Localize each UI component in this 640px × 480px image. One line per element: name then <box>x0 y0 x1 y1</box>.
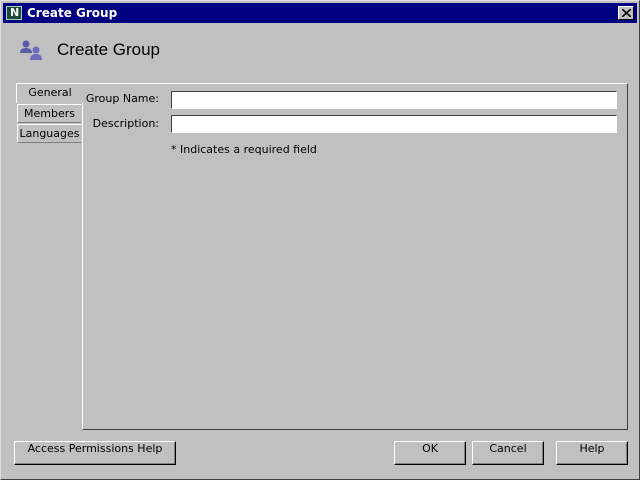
window-title: Create Group <box>27 6 118 20</box>
group-name-label: * Group Name: <box>76 92 159 105</box>
description-input[interactable] <box>171 115 617 133</box>
cancel-button[interactable]: Cancel <box>472 441 544 465</box>
close-icon <box>622 9 631 17</box>
tab-content-panel <box>82 83 628 430</box>
dialog-window: N Create Group Create Group General Memb… <box>0 0 640 480</box>
app-icon-letter: N <box>10 6 20 19</box>
ok-button[interactable]: OK <box>394 441 466 465</box>
tab-general[interactable]: General <box>16 83 83 103</box>
help-button[interactable]: Help <box>556 441 628 465</box>
app-icon: N <box>6 6 22 20</box>
access-permissions-help-button[interactable]: Access Permissions Help <box>14 441 176 465</box>
description-label: Description: <box>92 117 159 130</box>
tab-languages[interactable]: Languages <box>17 124 81 143</box>
group-icon <box>20 40 42 60</box>
close-button[interactable] <box>618 6 634 20</box>
group-name-input[interactable] <box>171 91 617 109</box>
tab-members[interactable]: Members <box>17 104 81 123</box>
title-bar[interactable]: N Create Group <box>3 3 637 23</box>
required-field-note: * Indicates a required field <box>171 143 317 156</box>
page-title: Create Group <box>57 40 160 59</box>
